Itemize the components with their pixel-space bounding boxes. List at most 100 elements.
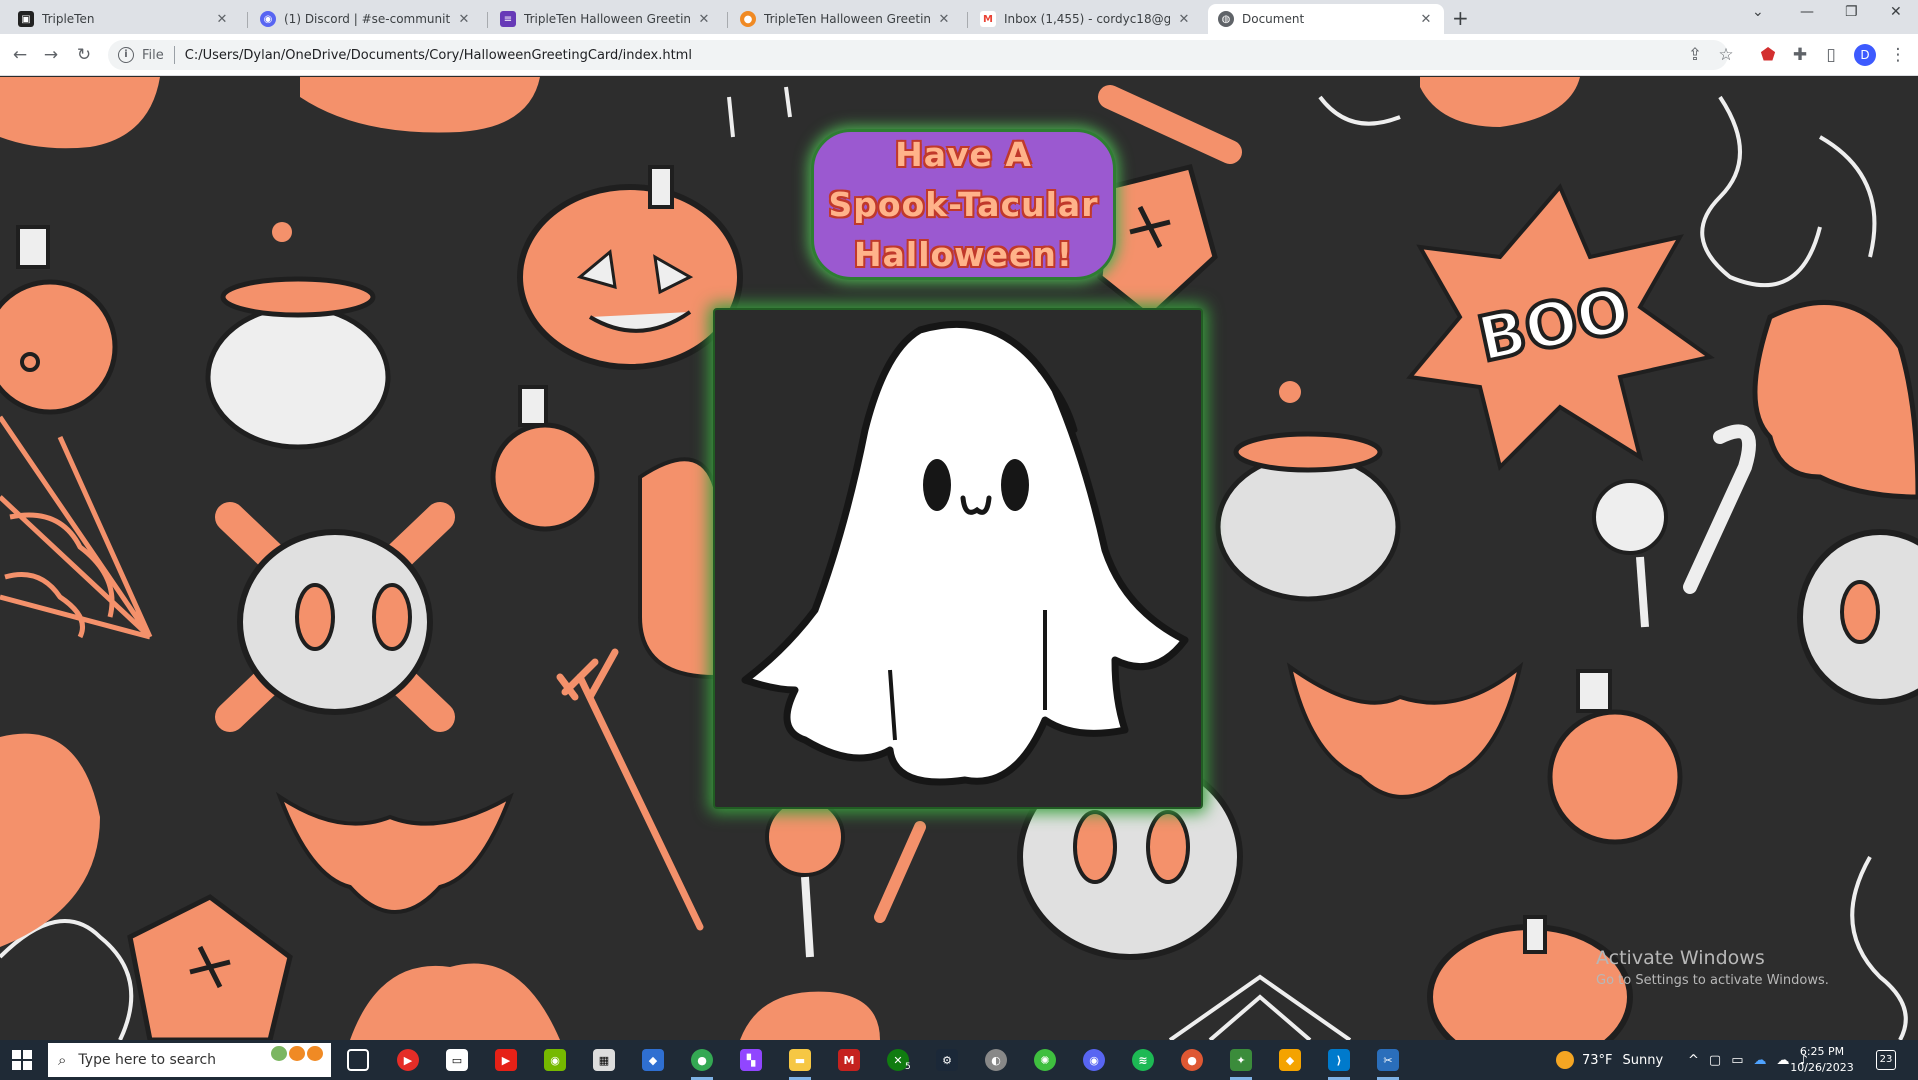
greeting-banner: Have A Spook-Tacular Halloween!: [811, 129, 1116, 280]
discord-icon: ◉: [260, 11, 276, 27]
tab-title: TripleTen Halloween Greeting Ca: [764, 12, 930, 26]
taskbar-search-box[interactable]: ⌕ Type here to search: [48, 1043, 331, 1077]
tab-title: (1) Discord | #se-community | Sc: [284, 12, 450, 26]
snipping-tool-icon[interactable]: ✂: [1377, 1049, 1399, 1080]
minimize-button[interactable]: —: [1800, 4, 1814, 20]
tab-separator: [727, 12, 728, 28]
chrome-icon[interactable]: ●: [691, 1049, 713, 1080]
notification-center-icon[interactable]: 23: [1876, 1050, 1896, 1070]
disk-app-icon[interactable]: ◐: [985, 1049, 1007, 1071]
menu-kebab-icon[interactable]: ⋮: [1886, 43, 1910, 67]
gmail-icon: M: [980, 11, 996, 27]
side-panel-icon[interactable]: ▯: [1819, 43, 1843, 67]
clipchamp-icon[interactable]: ◆: [642, 1049, 664, 1071]
display-icon[interactable]: ▭: [1731, 1053, 1743, 1068]
tab-search-chevron-icon[interactable]: ⌄: [1752, 4, 1764, 20]
divider: [173, 46, 175, 64]
browser-toolbar: ← → ↻ i File C:/Users/Dylan/OneDrive/Doc…: [0, 34, 1918, 76]
new-tab-button[interactable]: +: [1452, 6, 1469, 30]
extensions-puzzle-icon[interactable]: ✚: [1788, 43, 1812, 67]
close-icon[interactable]: ✕: [1176, 12, 1192, 27]
weather-widget[interactable]: 73°F Sunny: [1556, 1040, 1663, 1080]
activate-windows-watermark: Activate Windows Go to Settings to activ…: [1596, 947, 1829, 988]
tab-discord[interactable]: ◉ (1) Discord | #se-community | Sc ✕: [250, 4, 482, 34]
twitch-icon[interactable]: ▚: [740, 1049, 762, 1071]
tab-title: TripleTen Halloween Greeting Ca: [524, 12, 690, 26]
ghost-illustration: [741, 320, 1189, 786]
nvidia-icon[interactable]: ◉: [544, 1049, 566, 1071]
profile-avatar[interactable]: D: [1854, 44, 1876, 66]
task-view-icon[interactable]: [347, 1049, 369, 1071]
forms-icon: ≡: [500, 11, 516, 27]
weather-temp: 73°F: [1582, 1052, 1613, 1068]
onedrive-icon[interactable]: ☁: [1754, 1053, 1767, 1068]
qr-app-icon[interactable]: ▦: [593, 1049, 615, 1071]
shield-extension-icon[interactable]: ⬟: [1756, 43, 1780, 67]
pumpkin-icon: ●: [740, 11, 756, 27]
tab-title: Document: [1242, 12, 1305, 26]
tripleten-icon: ▣: [18, 11, 34, 27]
vscode-icon[interactable]: ⟩: [1328, 1049, 1350, 1080]
sun-icon: [1556, 1051, 1574, 1069]
windows-taskbar: ⌕ Type here to search ▶ ▭ ▶ ◉ ▦ ◆ ● ▚ ▬ …: [0, 1040, 1918, 1080]
duckduckgo-icon[interactable]: ●: [1181, 1049, 1203, 1071]
page-viewport: BOO Have A Spook-Tacular Halloween! Acti…: [0, 77, 1918, 1040]
tab-separator: [247, 12, 248, 28]
skull-crossbones-icon: [215, 502, 455, 732]
meet-now-icon[interactable]: ▢: [1709, 1053, 1721, 1068]
app-active-icon[interactable]: ✦: [1230, 1049, 1252, 1080]
greeting-line-2: Spook-Tacular: [828, 184, 1099, 224]
clock-date: 10/26/2023: [1790, 1061, 1854, 1074]
windows-start-icon[interactable]: [12, 1050, 32, 1070]
taskbar-clock[interactable]: 6:25 PM 10/26/2023: [1782, 1044, 1862, 1076]
back-arrow-icon[interactable]: ←: [8, 43, 32, 67]
reload-icon[interactable]: ↻: [72, 43, 96, 67]
discord-taskbar-icon[interactable]: ◉: [1083, 1049, 1105, 1071]
tab-greeting-card[interactable]: ● TripleTen Halloween Greeting Ca ✕: [730, 4, 962, 34]
tab-document[interactable]: ◍ Document ✕: [1208, 4, 1444, 34]
ghost-card: [713, 308, 1203, 809]
xbox-badge: 5: [905, 1062, 911, 1072]
close-icon[interactable]: ✕: [1418, 12, 1434, 27]
gmail-taskbar-icon[interactable]: M: [838, 1049, 860, 1071]
weather-condition: Sunny: [1622, 1052, 1664, 1068]
greeting-line-1: Have A: [895, 134, 1032, 174]
tab-gmail[interactable]: M Inbox (1,455) - cordyc18@gmail ✕: [970, 4, 1202, 34]
close-icon[interactable]: ✕: [214, 12, 230, 27]
git-icon[interactable]: ◆: [1279, 1049, 1301, 1071]
search-icon: ⌕: [58, 1051, 67, 1069]
razer-icon[interactable]: ✺: [1034, 1049, 1056, 1071]
youtube-music-icon[interactable]: ▶: [397, 1049, 419, 1071]
close-window-button[interactable]: ✕: [1890, 4, 1902, 20]
clock-time: 6:25 PM: [1799, 1045, 1845, 1058]
search-highlight-pumpkins-icon: [271, 1046, 323, 1061]
spotify-icon[interactable]: ≋: [1132, 1049, 1154, 1071]
scheme-label: File: [142, 47, 164, 63]
share-icon[interactable]: ⇪: [1683, 43, 1707, 67]
search-placeholder: Type here to search: [78, 1052, 217, 1068]
greeting-text: Have A Spook-Tacular Halloween!: [829, 130, 1099, 280]
tab-separator: [967, 12, 968, 28]
tab-forms[interactable]: ≡ TripleTen Halloween Greeting Ca ✕: [490, 4, 722, 34]
url-text[interactable]: C:/Users/Dylan/OneDrive/Documents/Cory/H…: [185, 48, 692, 63]
tab-strip: ▣ TripleTen ✕ ◉ (1) Discord | #se-commun…: [0, 0, 1918, 34]
bookmark-star-icon[interactable]: ☆: [1714, 43, 1738, 67]
tab-separator: [487, 12, 488, 28]
forward-arrow-icon[interactable]: →: [39, 43, 63, 67]
tray-chevron-icon[interactable]: ^: [1688, 1053, 1699, 1068]
steam-icon[interactable]: ⚙: [936, 1049, 958, 1071]
close-icon[interactable]: ✕: [936, 12, 952, 27]
roblox-icon[interactable]: ▭: [446, 1049, 468, 1071]
tab-title: Inbox (1,455) - cordyc18@gmail: [1004, 12, 1170, 26]
close-icon[interactable]: ✕: [696, 12, 712, 27]
site-info-icon[interactable]: i: [118, 47, 134, 63]
greeting-line-3: Halloween!: [854, 234, 1073, 274]
restore-button[interactable]: ❐: [1845, 4, 1858, 20]
address-bar[interactable]: i File C:/Users/Dylan/OneDrive/Documents…: [108, 40, 1728, 70]
tab-tripleten[interactable]: ▣ TripleTen ✕: [8, 4, 240, 34]
tab-title: TripleTen: [42, 12, 95, 26]
watermark-subtitle: Go to Settings to activate Windows.: [1596, 973, 1829, 988]
youtube-icon[interactable]: ▶: [495, 1049, 517, 1071]
close-icon[interactable]: ✕: [456, 12, 472, 27]
file-explorer-icon[interactable]: ▬: [789, 1049, 811, 1080]
